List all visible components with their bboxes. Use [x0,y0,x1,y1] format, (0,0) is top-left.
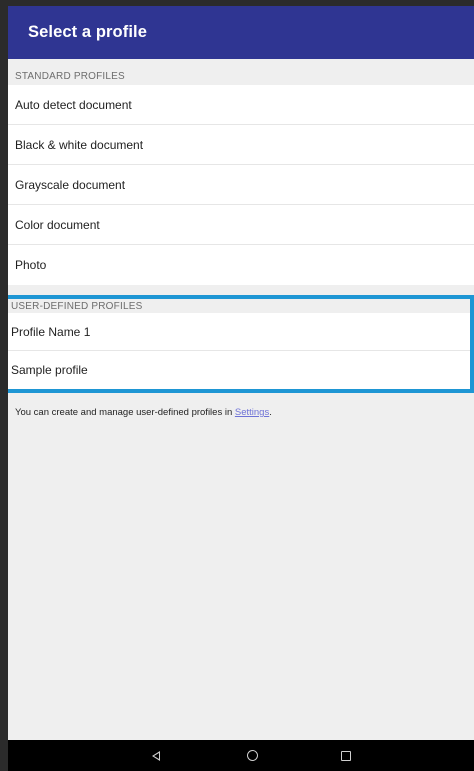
footer-note-suffix: . [269,407,272,418]
device-screen: Select a profile STANDARD PROFILES Auto … [0,0,474,771]
system-navigation-bar [8,740,474,771]
home-icon [246,750,258,761]
profile-item-auto-detect[interactable]: Auto detect document [8,85,474,125]
profile-item-color[interactable]: Color document [8,205,474,245]
page-title: Select a profile [28,23,147,41]
profile-item-photo[interactable]: Photo [8,245,474,285]
user-defined-profiles-highlight: USER-DEFINED PROFILES Profile Name 1 Sam… [8,295,474,393]
profile-list-container: STANDARD PROFILES Auto detect document B… [8,59,474,418]
standard-profiles-list: Auto detect document Black & white docum… [8,85,474,285]
recent-apps-button[interactable] [326,740,366,771]
profile-item-profile-name-1[interactable]: Profile Name 1 [8,313,470,351]
app-bar: Select a profile [8,6,474,59]
profile-item-black-white[interactable]: Black & white document [8,125,474,165]
settings-link[interactable]: Settings [235,407,269,418]
standard-profiles-header: STANDARD PROFILES [8,59,474,85]
back-button[interactable] [136,740,176,771]
footer-note: You can create and manage user-defined p… [8,393,474,418]
user-defined-profiles-header: USER-DEFINED PROFILES [8,299,470,313]
recent-apps-icon [341,750,351,761]
profile-item-sample-profile[interactable]: Sample profile [8,351,470,389]
user-defined-profiles-list: Profile Name 1 Sample profile [8,313,470,389]
profile-item-grayscale[interactable]: Grayscale document [8,165,474,205]
footer-note-text: You can create and manage user-defined p… [15,407,235,418]
home-button[interactable] [232,740,272,771]
section-gap [8,285,474,295]
back-icon [152,750,160,761]
